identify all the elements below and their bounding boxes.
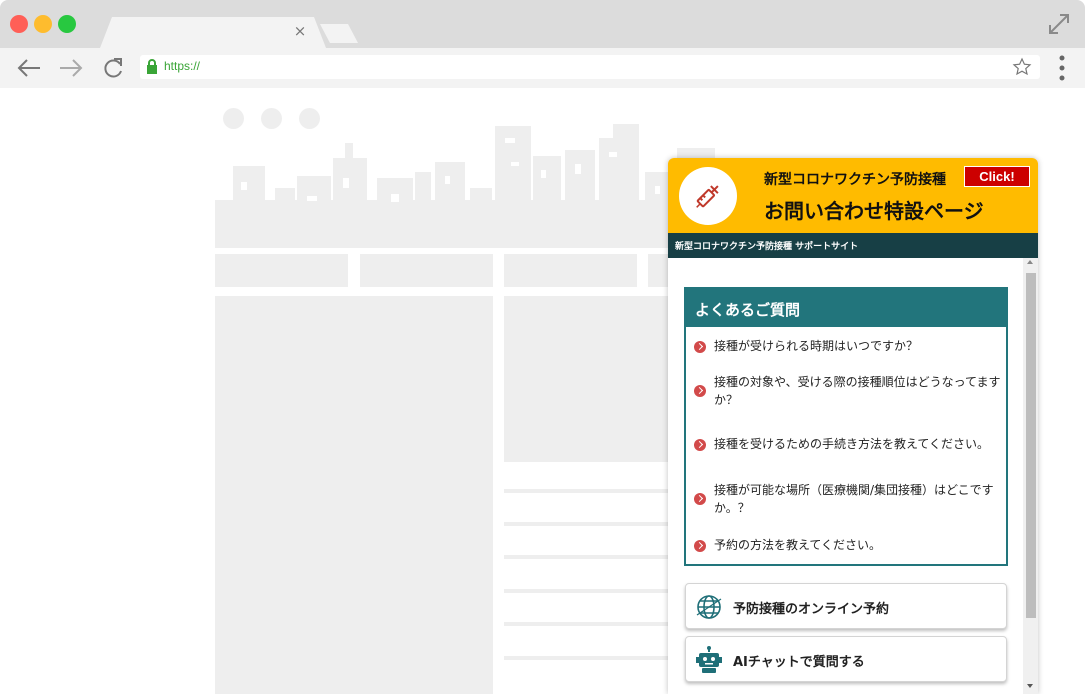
faq-heading: よくあるご質問 xyxy=(695,301,801,319)
widget-badge xyxy=(679,167,737,225)
scroll-up-icon[interactable] xyxy=(1027,260,1033,264)
wireframe-text-line xyxy=(504,522,674,526)
widget-subbar-label: 新型コロナワクチン予防接種 サポートサイト xyxy=(675,242,859,252)
maximize-icon[interactable] xyxy=(1047,12,1071,36)
scroll-down-icon[interactable] xyxy=(1027,684,1033,688)
faq-item-label: 接種の対象や、受ける際の接種順位はどうなってますか？ xyxy=(714,375,1001,407)
widget-scrollbar[interactable] xyxy=(1023,258,1038,694)
wireframe-sidebar-block xyxy=(215,296,493,694)
lock-icon xyxy=(147,59,157,74)
ai-chat-label: AIチャットで質問する xyxy=(733,655,865,670)
browser-toolbar: https:// xyxy=(0,48,1085,88)
zoom-window-button[interactable] xyxy=(58,15,76,33)
widget-title-small: 新型コロナワクチン予防接種 xyxy=(764,172,946,188)
chevron-right-icon xyxy=(694,540,706,552)
browser-titlebar: × xyxy=(0,0,1085,48)
wireframe-text-line xyxy=(504,489,674,493)
reload-icon[interactable] xyxy=(100,56,126,80)
faq-item-label: 接種を受けるための手続き方法を教えてください。 xyxy=(714,437,990,451)
close-window-button[interactable] xyxy=(10,15,28,33)
forward-icon[interactable] xyxy=(58,56,84,80)
minimize-window-button[interactable] xyxy=(34,15,52,33)
chevron-right-icon xyxy=(694,341,706,353)
support-widget: 新型コロナワクチン予防接種 お問い合わせ特設ページ Click! 新型コロナワク… xyxy=(668,158,1038,694)
syringe-icon xyxy=(696,185,719,208)
wireframe-text-line xyxy=(504,622,674,626)
ai-chat-button[interactable]: AIチャットで質問する xyxy=(685,636,1007,682)
online-reservation-label: 予防接種のオンライン予約 xyxy=(733,602,890,617)
faq-header: よくあるご質問 xyxy=(686,289,1006,327)
faq-panel: よくあるご質問 接種が受けられる時期はいつですか？ 接種の対象や、受ける際の接種… xyxy=(684,287,1008,566)
back-icon[interactable] xyxy=(16,56,42,80)
widget-title-large: お問い合わせ特設ページ xyxy=(764,199,984,223)
wireframe-text-line xyxy=(504,555,674,559)
wireframe-nav-block xyxy=(215,254,348,287)
globe-icon xyxy=(696,595,722,619)
faq-item[interactable]: 接種を受けるための手続き方法を教えてください。 xyxy=(692,435,1004,455)
faq-item[interactable]: 予約の方法を教えてください。 xyxy=(692,536,1004,556)
browser-menu-icon[interactable] xyxy=(1059,55,1065,81)
url-text: https:// xyxy=(164,59,201,73)
browser-window: × https:// 新型コロナワクチン予防接種 お問い合わせ特設ページ Cli… xyxy=(0,0,1085,694)
address-bar[interactable]: https:// xyxy=(140,55,1040,79)
tab-close-icon[interactable]: × xyxy=(291,22,309,40)
wireframe-nav-block xyxy=(504,254,637,287)
faq-item[interactable]: 接種が可能な場所（医療機関/集団接種）はどこですか。？ xyxy=(692,481,1004,517)
wireframe-content-block xyxy=(504,296,674,462)
widget-body: よくあるご質問 接種が受けられる時期はいつですか？ 接種の対象や、受ける際の接種… xyxy=(668,258,1023,694)
bookmark-star-icon[interactable] xyxy=(1012,57,1032,77)
faq-item-label: 接種が可能な場所（医療機関/集団接種）はどこですか。？ xyxy=(714,483,994,515)
chevron-right-icon xyxy=(694,385,706,397)
widget-subbar: 新型コロナワクチン予防接種 サポートサイト xyxy=(668,233,1038,258)
scrollbar-thumb[interactable] xyxy=(1026,273,1036,618)
online-reservation-button[interactable]: 予防接種のオンライン予約 xyxy=(685,583,1007,629)
faq-item-label: 接種が受けられる時期はいつですか？ xyxy=(714,339,919,353)
click-button[interactable]: Click! xyxy=(964,166,1030,187)
wireframe-text-line xyxy=(504,656,674,660)
widget-header[interactable]: 新型コロナワクチン予防接種 お問い合わせ特設ページ Click! xyxy=(668,158,1038,233)
faq-item-label: 予約の方法を教えてください。 xyxy=(714,538,882,552)
wireframe-nav-block xyxy=(360,254,493,287)
robot-icon xyxy=(696,646,722,673)
wireframe-skyline xyxy=(215,124,715,248)
wireframe-text-line xyxy=(504,589,674,593)
new-tab-button[interactable] xyxy=(320,24,358,43)
faq-item[interactable]: 接種が受けられる時期はいつですか？ xyxy=(692,337,1004,357)
faq-item[interactable]: 接種の対象や、受ける際の接種順位はどうなってますか？ xyxy=(692,373,1004,409)
chevron-right-icon xyxy=(694,493,706,505)
chevron-right-icon xyxy=(694,439,706,451)
